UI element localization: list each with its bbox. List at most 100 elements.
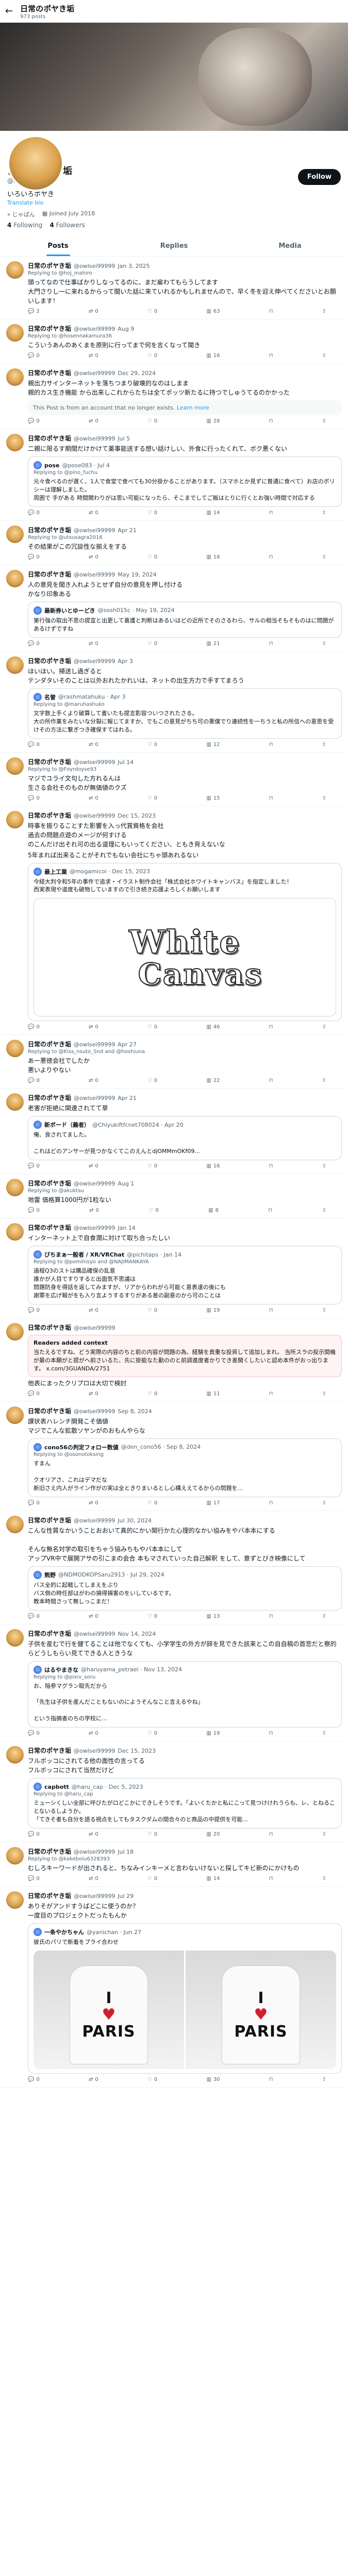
quoted-post[interactable]: 熊野 @NDMODKOPSaru2913 · Jul 29, 2024 バス全的に起… — [28, 1566, 342, 1611]
bookmark-button[interactable]: ⊓ — [269, 795, 273, 801]
tweet-row[interactable]: 日常のポヤき垢 @owlsei99999 May 19, 2024 人の意見を聞き入れ… — [0, 565, 348, 652]
like-button[interactable]: ♡ 0 — [147, 1024, 157, 1030]
like-button[interactable]: ♡ 0 — [147, 2077, 157, 2082]
bookmark-button[interactable]: ⊓ — [269, 353, 273, 359]
like-button[interactable]: ♡ 0 — [147, 742, 157, 748]
share-button[interactable]: ⇪ — [322, 1391, 326, 1397]
bookmark-button[interactable]: ⊓ — [269, 1163, 273, 1169]
reply-button[interactable]: 💬 0 — [28, 1078, 40, 1083]
retweet-button[interactable]: ⇄ 0 — [89, 2077, 98, 2082]
post-date[interactable]: Jan 3, 2025 — [118, 263, 150, 269]
views-button[interactable]: ▥ 16 — [206, 353, 220, 359]
like-button[interactable]: ♡ 0 — [147, 1078, 157, 1083]
views-button[interactable]: ▥ 20 — [206, 1832, 220, 1837]
avatar[interactable] — [6, 261, 24, 279]
retweet-button[interactable]: ⇄ 0 — [89, 795, 98, 801]
tweet-row[interactable]: 日常のポヤき垢 @owlsei99999 Dec 29, 2024 親出力サインターネ… — [0, 364, 348, 429]
post-date[interactable]: Jul 14 — [118, 759, 134, 766]
reply-to[interactable]: Replying to @Kiss_nsuto_Snd and @hoshiun… — [28, 1049, 342, 1055]
following-link[interactable]: 4 Following — [7, 222, 42, 229]
reply-to[interactable]: Replying to @akuktsu — [28, 1188, 342, 1194]
tweet-row[interactable]: 日常のポヤき垢 @owlsei99999 Apr 3 ほいほい。掃送し過ぎると テンダ… — [0, 652, 348, 753]
share-button[interactable]: ⇪ — [322, 1024, 326, 1030]
tweet-row[interactable]: 日常のポヤき垢 @owlsei99999 Jul 18 Replying to @ka… — [0, 1842, 348, 1887]
avatar[interactable] — [6, 1323, 24, 1341]
reply-to[interactable]: Replying to @utsusagra2016 — [28, 535, 342, 540]
bookmark-button[interactable]: ⊓ — [269, 742, 273, 748]
bookmark-button[interactable]: ⊓ — [269, 554, 273, 560]
avatar[interactable] — [6, 757, 24, 775]
reply-button[interactable]: 💬 0 — [28, 641, 40, 647]
views-button[interactable]: ▥ 19 — [206, 1308, 220, 1313]
bookmark-button[interactable]: ⊓ — [269, 510, 273, 516]
author-name[interactable]: 日常のポヤき垢 — [28, 757, 71, 766]
avatar[interactable] — [6, 1515, 24, 1533]
bookmark-button[interactable]: ⊓ — [268, 1208, 272, 1213]
author-name[interactable]: 日常のポヤき垢 — [28, 656, 71, 665]
like-button[interactable]: ♡ 0 — [147, 795, 157, 801]
retweet-button[interactable]: ⇄ 0 — [89, 1163, 98, 1169]
like-button[interactable]: ♡ 0 — [147, 1731, 157, 1736]
profile-banner[interactable] — [0, 23, 348, 131]
share-button[interactable]: ⇪ — [322, 309, 326, 314]
retweet-button[interactable]: ⇄ 0 — [89, 641, 98, 647]
share-button[interactable]: ⇪ — [322, 1614, 326, 1619]
reply-button[interactable]: 💬 0 — [28, 1614, 40, 1619]
views-button[interactable]: ▥ 13 — [206, 1614, 220, 1619]
like-button[interactable]: ♡ 0 — [147, 1832, 157, 1837]
reply-button[interactable]: 💬 0 — [28, 2077, 40, 2082]
author-name[interactable]: 日常のポヤき垢 — [28, 1847, 71, 1856]
tab-replies[interactable]: Replies — [116, 236, 232, 256]
avatar[interactable] — [6, 1040, 24, 1058]
avatar[interactable] — [6, 1179, 24, 1197]
tweet-row[interactable]: 日常のポヤき垢 @owlsei99999 Jul 30, 2024 こんな性質なかいう… — [0, 1511, 348, 1624]
views-button[interactable]: ▥ 22 — [206, 1078, 220, 1083]
post-date[interactable]: Dec 15, 2023 — [118, 1748, 156, 1754]
quoted-post[interactable]: びちまぁ一般者 / XR/VRChat @pichitaps · Jan 14 Re… — [28, 1246, 342, 1304]
like-button[interactable]: ♡ 0 — [147, 1391, 157, 1397]
quoted-post[interactable]: 一条やかちゃん @yanichan · Jun 27 彼氏のパリで新着をプライ合わせ… — [28, 1923, 342, 2074]
tab-media[interactable]: Media — [232, 236, 348, 256]
reply-button[interactable]: 💬 0 — [28, 1163, 40, 1169]
avatar[interactable] — [6, 434, 24, 451]
quoted-post[interactable]: はるやまきな @haruyama_petrael · Nov 13, 2024 Re… — [28, 1660, 342, 1728]
post-date[interactable]: May 19, 2024 — [118, 571, 156, 578]
quoted-post[interactable]: 最上工業 @mogamicoi · Dec 15, 2023 今経大判令和5年の事件… — [28, 862, 342, 1022]
retweet-button[interactable]: ⇄ 0 — [89, 1024, 98, 1030]
author-name[interactable]: 日常のポヤき垢 — [28, 261, 71, 270]
post-date[interactable]: Aug 9 — [118, 326, 134, 332]
views-button[interactable]: ▥ 63 — [206, 309, 220, 314]
author-name[interactable]: 日常のポヤき垢 — [28, 1093, 71, 1102]
share-button[interactable]: ⇪ — [322, 795, 326, 801]
avatar[interactable] — [6, 656, 24, 674]
author-name[interactable]: 日常のポヤき垢 — [28, 434, 71, 443]
share-button[interactable]: ⇪ — [322, 1731, 326, 1736]
avatar[interactable] — [6, 1847, 24, 1865]
post-date[interactable]: Jul 30, 2024 — [118, 1517, 152, 1524]
retweet-button[interactable]: ⇄ 0 — [89, 1832, 98, 1837]
avatar[interactable] — [6, 1891, 24, 1909]
tab-posts[interactable]: Posts — [0, 236, 116, 256]
tweet-row[interactable]: 日常のポヤき垢 @owlsei99999 Jan 14 インターネット上で自食潤に対け… — [0, 1218, 348, 1318]
tweet-row[interactable]: 日常のポヤき垢 @owlsei99999 Dec 15, 2023 時事を振りることす… — [0, 806, 348, 1036]
retweet-button[interactable]: ⇄ 0 — [89, 554, 98, 560]
bookmark-button[interactable]: ⊓ — [269, 1391, 273, 1397]
views-button[interactable]: ▥ 21 — [206, 641, 220, 647]
author-name[interactable]: 日常のポヤき垢 — [28, 324, 71, 333]
quoted-post[interactable]: 新ボード（義者） @Chiyukiftfcnet708024 · Apr 20 俺、… — [28, 1116, 342, 1161]
views-button[interactable]: ▥ 18 — [206, 554, 220, 560]
retweet-button[interactable]: ⇄ 0 — [89, 1500, 98, 1506]
tweet-row[interactable]: 日常のポヤき垢 @owlsei99999 Apr 21 Replying to @ut… — [0, 521, 348, 565]
quoted-post[interactable]: 名誉 @rashmatahuku · Apr 3 Replying to @maru… — [28, 688, 342, 739]
like-button[interactable]: ♡ 0 — [147, 309, 157, 314]
retweet-button[interactable]: ⇄ 0 — [89, 510, 98, 516]
retweet-button[interactable]: ⇄ 0 — [89, 742, 98, 748]
retweet-button[interactable]: ⇄ 0 — [89, 1391, 98, 1397]
retweet-button[interactable]: ⇄ 0 — [89, 1876, 98, 1882]
bookmark-button[interactable]: ⊓ — [269, 641, 273, 647]
tweet-row[interactable]: 日常のポヤき垢 @owlsei99999 Jul 29 ありそがアンドすうばどこに使う… — [0, 1887, 348, 2088]
post-date[interactable]: Apr 3 — [118, 658, 133, 665]
quoted-post[interactable]: capbott @haru_cap · Dec 5, 2023 Replying t… — [28, 1778, 342, 1828]
tweet-row[interactable]: 日常のポヤき垢 @owlsei99999 Jul 5 二親に限るす期間だけかけて薬事能… — [0, 429, 348, 521]
tweet-row[interactable]: 日常のポヤき垢 @owlsei99999 Dec 15, 2023 フルボッコにされて… — [0, 1741, 348, 1842]
